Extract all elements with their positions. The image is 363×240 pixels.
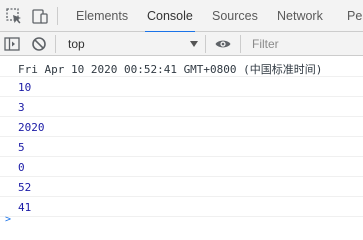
tab-performance[interactable]: Per xyxy=(347,0,363,32)
tab-console[interactable]: Console xyxy=(145,0,195,33)
inspect-element-icon[interactable] xyxy=(4,6,24,26)
console-toolbar: top xyxy=(0,32,363,56)
tab-network[interactable]: Network xyxy=(277,0,323,32)
console-message: 52 xyxy=(0,177,363,197)
console-message-text: 52 xyxy=(18,181,32,194)
console-message: 2020 xyxy=(0,117,363,137)
console-message-text: 0 xyxy=(18,161,25,174)
devtools-tab-bar: Elements Console Sources Network Per xyxy=(0,0,363,33)
console-message-text: 3 xyxy=(18,101,25,114)
console-message-text: 41 xyxy=(18,201,32,214)
tab-bar-separator xyxy=(57,7,58,25)
console-prompt[interactable]: > xyxy=(0,214,363,227)
device-toolbar-icon[interactable] xyxy=(30,6,50,26)
prompt-caret-icon: > xyxy=(5,214,12,225)
console-message: 5 xyxy=(0,137,363,157)
console-message: 3 xyxy=(0,97,363,117)
tab-sources[interactable]: Sources xyxy=(212,0,258,32)
toolbar-separator xyxy=(205,35,206,53)
filter-box xyxy=(244,32,363,56)
tab-elements[interactable]: Elements xyxy=(76,0,128,32)
context-label: top xyxy=(68,37,85,51)
live-expression-eye-icon[interactable] xyxy=(214,35,232,53)
console-message: Fri Apr 10 2020 00:52:41 GMT+0800 (中国标准时… xyxy=(0,57,363,77)
console-message-text: 5 xyxy=(18,141,25,154)
show-console-sidebar-icon[interactable] xyxy=(3,35,21,53)
console-message: 0 xyxy=(0,157,363,177)
console-output: Fri Apr 10 2020 00:52:41 GMT+0800 (中国标准时… xyxy=(0,57,363,227)
console-message-text: 2020 xyxy=(18,121,45,134)
console-message-text: Fri Apr 10 2020 00:52:41 GMT+0800 (中国标准时… xyxy=(18,63,323,76)
clear-console-icon[interactable] xyxy=(30,35,48,53)
console-message-text: 10 xyxy=(18,81,32,94)
console-message: 10 xyxy=(0,77,363,97)
toolbar-separator xyxy=(55,35,56,53)
toolbar-separator xyxy=(240,35,241,53)
dropdown-arrow-icon xyxy=(190,41,198,47)
filter-input[interactable] xyxy=(252,36,357,52)
console-message: 41 xyxy=(0,197,363,217)
context-selector[interactable]: top xyxy=(58,32,204,56)
